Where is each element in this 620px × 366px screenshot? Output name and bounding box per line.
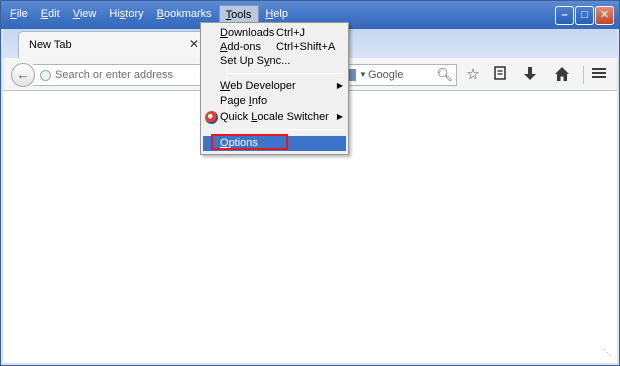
menu-item-quick-locale-switcher[interactable]: Quick Locale Switcher ▶ (203, 110, 346, 125)
tab-label: New Tab (29, 39, 72, 51)
shortcut-label: Ctrl+J (276, 27, 306, 39)
menu-file[interactable]: File (4, 5, 35, 23)
menu-bookmarks[interactable]: Bookmarks (151, 5, 219, 23)
browser-window: File Edit View History Bookmarks Tools H… (0, 0, 620, 366)
globe-icon (40, 70, 51, 81)
menu-history[interactable]: History (103, 5, 150, 23)
menu-item-addons[interactable]: Add-ons Ctrl+Shift+A (203, 40, 346, 55)
maximize-button[interactable]: □ (575, 6, 594, 25)
home-icon[interactable] (552, 66, 572, 84)
close-tab-icon[interactable]: ✕ (189, 37, 199, 51)
url-placeholder: Search or enter address (55, 69, 174, 81)
bookmark-star-icon[interactable]: ☆ (463, 66, 483, 84)
toolbar-separator (583, 66, 584, 84)
window-controls: – □ ✕ (555, 6, 614, 25)
resize-grip-icon[interactable]: ⋱ (603, 349, 613, 359)
menu-bar: File Edit View History Bookmarks Tools H… (4, 5, 295, 23)
back-button[interactable]: ← (11, 63, 35, 87)
search-bar[interactable]: ▼ Google 🔍︎ (343, 64, 457, 86)
menu-item-downloads[interactable]: Downloads Ctrl+J (203, 26, 346, 41)
shortcut-label: Ctrl+Shift+A (276, 41, 336, 53)
search-engine-dropdown-icon[interactable]: ▼ (359, 70, 367, 79)
tab-new-tab[interactable]: New Tab ✕ (18, 31, 208, 58)
submenu-arrow-icon: ▶ (336, 112, 343, 121)
magnifier-icon[interactable]: 🔍︎ (436, 67, 453, 83)
menu-item-page-info[interactable]: Page Info (203, 94, 346, 109)
url-bar[interactable]: Search or enter address (33, 64, 223, 86)
close-window-button[interactable]: ✕ (595, 6, 614, 25)
menu-view[interactable]: View (67, 5, 104, 23)
bookmarks-list-icon[interactable] (490, 66, 510, 84)
submenu-arrow-icon: ▶ (336, 81, 343, 90)
menu-help[interactable]: Help (259, 5, 295, 23)
options-highlight-box (211, 134, 288, 150)
menu-separator (228, 129, 344, 130)
menu-tools[interactable]: Tools (218, 5, 260, 23)
menu-item-web-developer[interactable]: Web Developer ▶ (203, 79, 346, 94)
minimize-button[interactable]: – (555, 6, 574, 25)
menu-edit[interactable]: Edit (35, 5, 67, 23)
menu-item-set-up-sync[interactable]: Set Up Sync... (203, 54, 346, 69)
downloads-icon[interactable] (520, 66, 540, 84)
back-arrow-icon: ← (16, 67, 30, 82)
menu-icon[interactable] (589, 66, 609, 84)
locale-flag-icon (205, 111, 218, 124)
search-placeholder: Google (368, 69, 404, 81)
menu-separator (228, 73, 344, 74)
